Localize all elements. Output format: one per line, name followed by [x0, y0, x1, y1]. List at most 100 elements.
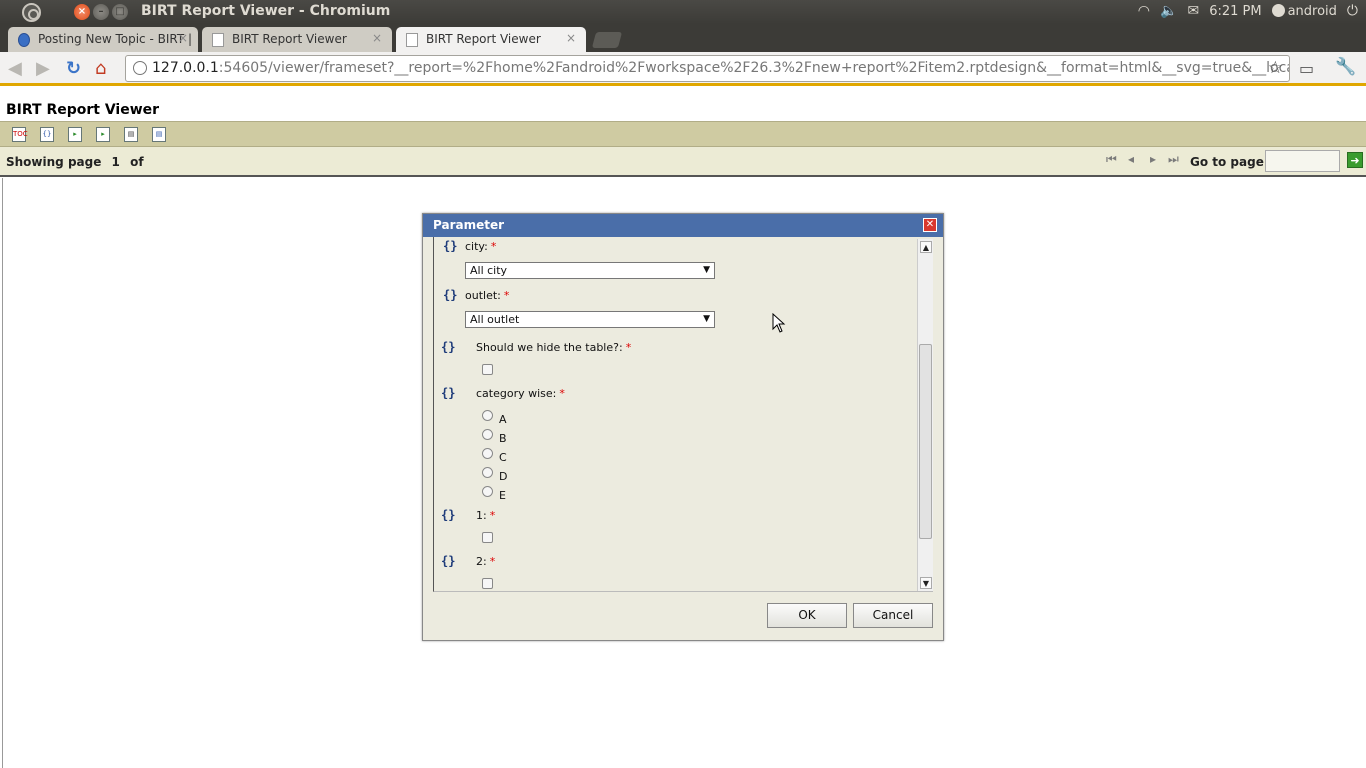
- page-menu-icon[interactable]: ▭: [1299, 59, 1314, 78]
- category-option-label: E: [499, 489, 506, 502]
- dialog-body: {} city: * All city ▼ {} outlet: * All outl…: [433, 237, 933, 592]
- print-icon[interactable]: ▤: [124, 127, 138, 142]
- param-1-label: 1: *: [476, 509, 496, 522]
- window-title: BIRT Report Viewer - Chromium: [141, 3, 391, 19]
- page-title: BIRT Report Viewer: [6, 102, 160, 118]
- os-top-panel: × – □ BIRT Report Viewer - Chromium ◠ 🔈 …: [0, 0, 1366, 24]
- tab-close-icon[interactable]: ×: [566, 31, 576, 45]
- scroll-up-icon[interactable]: ▲: [920, 241, 932, 253]
- reload-icon[interactable]: ↻: [66, 58, 81, 79]
- ubuntu-logo-icon[interactable]: [22, 3, 41, 22]
- toc-icon[interactable]: TOC: [12, 127, 28, 142]
- tab-label: Posting New Topic - BIRT |: [38, 32, 193, 46]
- parameter-dialog: Parameter ✕ {} city: * All city ▼ {} outle…: [422, 213, 944, 641]
- tab-label: BIRT Report Viewer: [232, 32, 347, 46]
- outlet-label: outlet: *: [465, 289, 510, 302]
- param-1-checkbox[interactable]: [482, 532, 493, 543]
- outlet-select[interactable]: All outlet ▼: [465, 311, 715, 328]
- power-icon[interactable]: ⏻: [1347, 3, 1358, 19]
- category-option-label: B: [499, 432, 507, 445]
- scroll-down-icon[interactable]: ▼: [920, 577, 932, 589]
- category-radio-d[interactable]: [482, 467, 493, 478]
- category-radio-e[interactable]: [482, 486, 493, 497]
- last-page-icon[interactable]: ⏭: [1168, 152, 1179, 167]
- tab-label: BIRT Report Viewer: [426, 32, 541, 46]
- run-report-icon[interactable]: {}: [40, 127, 54, 142]
- tab-favicon-icon: [18, 33, 30, 47]
- category-option-label: A: [499, 413, 507, 426]
- browser-toolbar: ◀ ▶ ↻ ⌂ 127.0.0.1:54605/viewer/frameset?…: [0, 52, 1366, 86]
- dropdown-arrow-icon: ▼: [703, 314, 710, 324]
- category-option-label: D: [499, 470, 508, 483]
- dialog-header: Parameter ✕: [423, 214, 943, 237]
- scrollbar-thumb[interactable]: [919, 344, 932, 539]
- parameter-icon: {}: [443, 239, 458, 253]
- hide-table-checkbox[interactable]: [482, 364, 493, 375]
- category-option-label: C: [499, 451, 507, 464]
- parameter-icon: {}: [441, 554, 456, 568]
- tab-close-icon[interactable]: ×: [372, 31, 382, 45]
- first-page-icon[interactable]: ⏮: [1106, 152, 1117, 167]
- current-page: 1: [111, 155, 120, 169]
- window-maximize-button[interactable]: □: [112, 4, 128, 20]
- address-bar[interactable]: 127.0.0.1:54605/viewer/frameset?__report…: [125, 55, 1290, 82]
- home-icon[interactable]: ⌂: [95, 58, 106, 79]
- user-status-icon: [1271, 3, 1285, 17]
- clock[interactable]: 6:21 PM: [1209, 4, 1261, 19]
- export-report-icon[interactable]: ▸: [96, 127, 110, 142]
- param-2-checkbox[interactable]: [482, 578, 493, 589]
- parameter-icon: {}: [441, 386, 456, 400]
- goto-page-button[interactable]: ➜: [1347, 152, 1363, 168]
- city-label: city: *: [465, 240, 497, 253]
- page-icon: [212, 33, 224, 47]
- new-tab-button[interactable]: [591, 32, 623, 48]
- volume-icon[interactable]: 🔈: [1160, 3, 1177, 19]
- window-close-button[interactable]: ×: [74, 4, 90, 20]
- next-page-icon[interactable]: ▸: [1150, 152, 1156, 166]
- previous-page-icon[interactable]: ◂: [1128, 152, 1134, 166]
- category-radio-b[interactable]: [482, 429, 493, 440]
- print-server-icon[interactable]: ▤: [152, 127, 166, 142]
- parameter-icon: {}: [441, 508, 456, 522]
- url-host: 127.0.0.1: [152, 60, 219, 76]
- param-2-label: 2: *: [476, 555, 496, 568]
- cancel-button[interactable]: Cancel: [853, 603, 933, 628]
- parameter-icon: {}: [441, 340, 456, 354]
- page-icon: [406, 33, 418, 47]
- dialog-close-icon[interactable]: ✕: [923, 218, 937, 232]
- mouse-cursor-icon: [772, 313, 786, 333]
- forward-arrow-icon[interactable]: ▶: [36, 58, 50, 79]
- category-radio-c[interactable]: [482, 448, 493, 459]
- dialog-title: Parameter: [433, 218, 505, 232]
- tab-strip: Posting New Topic - BIRT | × BIRT Report…: [0, 24, 1366, 52]
- hide-table-label: Should we hide the table?: *: [476, 341, 632, 354]
- tab-birt-report-viewer-2[interactable]: BIRT Report Viewer ×: [396, 27, 586, 52]
- birt-toolbar: TOC {} ▸ ▸ ▤ ▤: [0, 121, 1366, 147]
- category-label: category wise: *: [476, 387, 565, 400]
- mail-icon[interactable]: ✉: [1187, 3, 1199, 19]
- goto-page-label: Go to page:: [1190, 155, 1269, 169]
- back-arrow-icon[interactable]: ◀: [8, 58, 22, 79]
- user-name: android: [1287, 3, 1337, 19]
- page-status: Showing page 1 of: [6, 155, 150, 169]
- user-menu[interactable]: android: [1271, 3, 1337, 19]
- category-radio-a[interactable]: [482, 410, 493, 421]
- dropdown-arrow-icon: ▼: [703, 265, 710, 275]
- ok-button[interactable]: OK: [767, 603, 847, 628]
- wrench-icon[interactable]: 🔧: [1335, 57, 1356, 77]
- system-tray: ◠ 🔈 ✉ 6:21 PM android ⏻: [1138, 3, 1358, 19]
- wifi-icon[interactable]: ◠: [1138, 3, 1150, 19]
- goto-page-input[interactable]: [1265, 150, 1340, 172]
- page-info-icon[interactable]: [133, 61, 147, 75]
- export-data-icon[interactable]: ▸: [68, 127, 82, 142]
- page-navigation-bar: Showing page 1 of ⏮ ◂ ▸ ⏭ Go to page: ➜: [0, 147, 1366, 177]
- tab-posting-new-topic[interactable]: Posting New Topic - BIRT | ×: [8, 27, 198, 52]
- city-select[interactable]: All city ▼: [465, 262, 715, 279]
- url-path: :54605/viewer/frameset?__report=%2Fhome%…: [218, 60, 1290, 76]
- tab-birt-report-viewer-1[interactable]: BIRT Report Viewer ×: [202, 27, 392, 52]
- dialog-scrollbar[interactable]: ▲ ▼: [917, 239, 933, 591]
- showing-label: Showing page: [6, 155, 102, 169]
- window-minimize-button[interactable]: –: [93, 4, 109, 20]
- tab-close-icon[interactable]: ×: [178, 31, 188, 45]
- bookmark-star-icon[interactable]: ☆: [1268, 56, 1283, 81]
